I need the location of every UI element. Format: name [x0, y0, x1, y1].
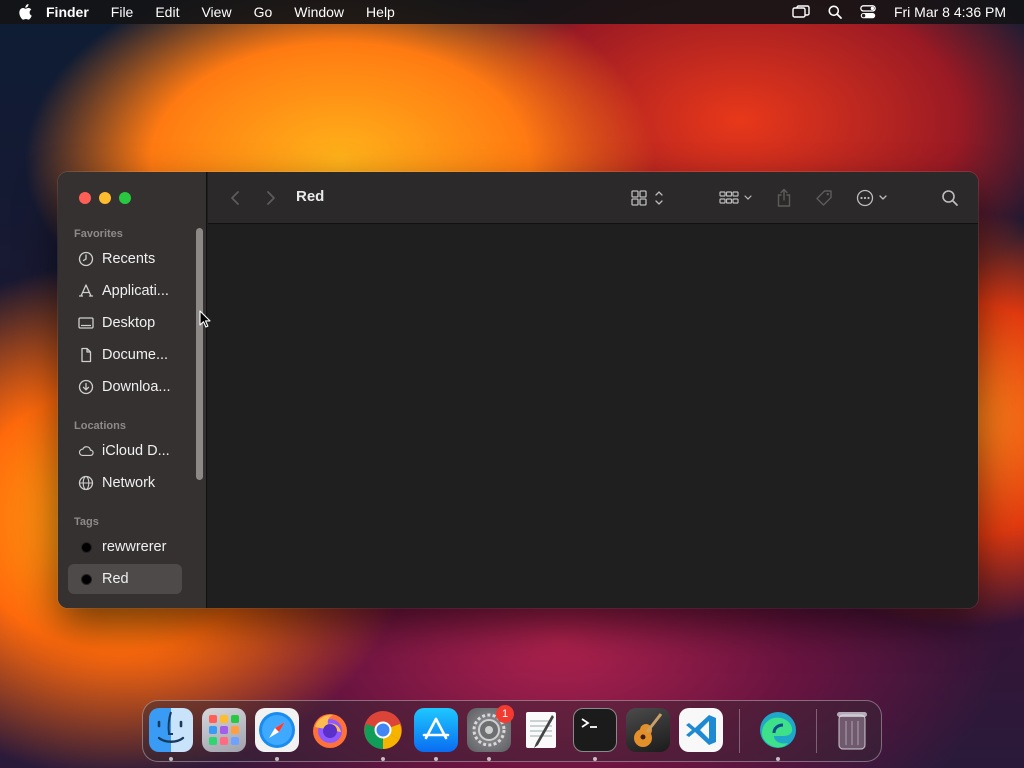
dock-app-vscode[interactable] — [679, 708, 723, 752]
dock-app-safari[interactable] — [255, 708, 299, 752]
menu-bar: Finder File Edit View Go Window Help Fri… — [0, 0, 1024, 24]
forward-icon[interactable] — [266, 186, 276, 210]
dock-running-indicator — [487, 757, 491, 761]
dock-app-chrome[interactable] — [361, 708, 405, 752]
zoom-button[interactable] — [119, 192, 131, 204]
apple-menu-icon[interactable] — [18, 4, 32, 20]
sidebar-item-label: Recents — [102, 251, 156, 267]
back-icon[interactable] — [230, 186, 240, 210]
tag-color-dot-icon — [78, 539, 94, 555]
sidebar-item-label: rewwrerer — [102, 539, 167, 555]
notification-badge: 1 — [496, 705, 514, 723]
sidebar-item-desktop[interactable]: Desktop — [68, 308, 182, 338]
dock-app-terminal[interactable] — [573, 708, 617, 752]
menu-go[interactable]: Go — [254, 0, 273, 24]
sidebar-section-favorites: Favorites — [74, 228, 123, 240]
sidebar-item-downloads[interactable]: Downloa... — [68, 372, 182, 402]
sidebar-tag-rewwrerer[interactable]: rewwrerer — [68, 532, 182, 562]
dock-app-textedit[interactable] — [520, 708, 564, 752]
sidebar-item-recents[interactable]: Recents — [68, 244, 182, 274]
sidebar-item-icloud-drive[interactable]: iCloud D... — [68, 436, 182, 466]
share-icon[interactable] — [776, 186, 792, 210]
search-icon[interactable] — [941, 186, 959, 210]
cloud-icon — [78, 443, 94, 459]
document-icon — [78, 347, 94, 363]
sidebar-item-network[interactable]: Network — [68, 468, 182, 498]
more-actions-icon[interactable] — [856, 186, 890, 210]
sidebar-section-tags: Tags — [74, 516, 99, 528]
dock-running-indicator — [593, 757, 597, 761]
sidebar: Favorites Recents Applicati... Desktop D… — [58, 172, 207, 608]
tag-color-dot-icon — [78, 571, 94, 587]
window-controls — [79, 192, 139, 204]
tag-icon[interactable] — [814, 186, 834, 210]
screen-mirroring-icon[interactable] — [792, 0, 810, 24]
spotlight-search-icon[interactable] — [828, 0, 842, 24]
sidebar-item-label: Applicati... — [102, 283, 169, 299]
dock-running-indicator — [275, 757, 279, 761]
menu-help[interactable]: Help — [366, 0, 395, 24]
menu-app-name[interactable]: Finder — [46, 0, 89, 24]
minimize-button[interactable] — [99, 192, 111, 204]
dock-separator — [816, 709, 817, 753]
dock-separator — [739, 709, 740, 753]
dock-app-trash[interactable] — [830, 708, 874, 752]
sidebar-section-locations: Locations — [74, 420, 126, 432]
view-grid-icon[interactable] — [631, 186, 667, 210]
mouse-pointer-icon — [199, 310, 211, 333]
dock-app-edge[interactable] — [756, 708, 800, 752]
sidebar-item-label: Docume... — [102, 347, 169, 363]
globe-icon — [78, 475, 94, 491]
dock-running-indicator — [434, 757, 438, 761]
dock-app-garageband[interactable] — [626, 708, 670, 752]
sidebar-item-label: Desktop — [102, 315, 156, 331]
sidebar-item-label: Red — [102, 571, 129, 587]
dock-running-indicator — [169, 757, 173, 761]
window-title: Red — [296, 188, 325, 205]
download-icon — [78, 379, 94, 395]
dock-app-app-store[interactable] — [414, 708, 458, 752]
group-icon[interactable] — [719, 186, 757, 210]
menu-edit[interactable]: Edit — [155, 0, 179, 24]
sidebar-item-documents[interactable]: Docume... — [68, 340, 182, 370]
menu-bar-clock[interactable]: Fri Mar 8 4:36 PM — [894, 4, 1006, 20]
dock-app-finder[interactable] — [149, 708, 193, 752]
sidebar-item-label: iCloud D... — [102, 443, 170, 459]
dock-running-indicator — [776, 757, 780, 761]
clock-icon — [78, 251, 94, 267]
menu-file[interactable]: File — [111, 0, 134, 24]
sidebar-item-applications[interactable]: Applicati... — [68, 276, 182, 306]
sidebar-tag-red[interactable]: Red — [68, 564, 182, 594]
dock-app-firefox[interactable] — [308, 708, 352, 752]
sidebar-scrollbar[interactable] — [196, 228, 203, 480]
control-center-icon[interactable] — [860, 0, 876, 24]
dock-app-launchpad[interactable] — [202, 708, 246, 752]
toolbar: Red — [208, 172, 978, 224]
menu-view[interactable]: View — [201, 0, 231, 24]
finder-window: Favorites Recents Applicati... Desktop D… — [58, 172, 978, 608]
file-list-area[interactable] — [208, 225, 978, 608]
sidebar-item-label: Network — [102, 475, 156, 491]
desktop-icon — [78, 315, 94, 331]
dock-running-indicator — [381, 757, 385, 761]
applications-icon — [78, 283, 94, 299]
close-button[interactable] — [79, 192, 91, 204]
sidebar-item-label: Downloa... — [102, 379, 171, 395]
menu-window[interactable]: Window — [294, 0, 344, 24]
